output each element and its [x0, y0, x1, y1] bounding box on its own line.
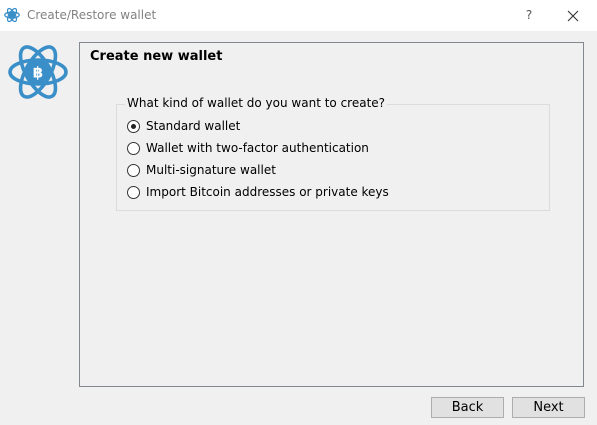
panel-title: Create new wallet [90, 49, 223, 64]
radio-two-factor-wallet[interactable] [127, 141, 140, 155]
wizard-panel: Create new wallet What kind of wallet do… [79, 42, 584, 387]
option-import-keys[interactable]: Import Bitcoin addresses or private keys [127, 183, 389, 201]
electrum-logo-icon [4, 7, 20, 23]
help-button[interactable]: ? [519, 5, 539, 25]
title-bar: Create/Restore wallet ? [0, 0, 597, 31]
electrum-logo: ฿ [8, 45, 68, 99]
close-icon [567, 10, 579, 22]
radio-standard-wallet[interactable] [127, 119, 140, 133]
option-standard-wallet[interactable]: Standard wallet [127, 117, 240, 135]
radio-import-keys[interactable] [127, 185, 140, 199]
option-label: Import Bitcoin addresses or private keys [146, 185, 389, 199]
option-multisig-wallet[interactable]: Multi-signature wallet [127, 161, 276, 179]
close-button[interactable] [562, 5, 584, 27]
back-button[interactable]: Back [431, 397, 504, 418]
wallet-type-question: What kind of wallet do you want to creat… [125, 96, 388, 110]
option-two-factor-wallet[interactable]: Wallet with two-factor authentication [127, 139, 369, 157]
bitcoin-symbol-icon: ฿ [33, 64, 43, 82]
option-label: Multi-signature wallet [146, 163, 276, 177]
wallet-type-group: What kind of wallet do you want to creat… [116, 96, 550, 211]
window-title: Create/Restore wallet [27, 8, 157, 22]
option-label: Wallet with two-factor authentication [146, 141, 369, 155]
next-button[interactable]: Next [512, 397, 585, 418]
radio-multisig-wallet[interactable] [127, 163, 140, 177]
svg-text:฿: ฿ [33, 64, 43, 82]
option-label: Standard wallet [146, 119, 241, 133]
